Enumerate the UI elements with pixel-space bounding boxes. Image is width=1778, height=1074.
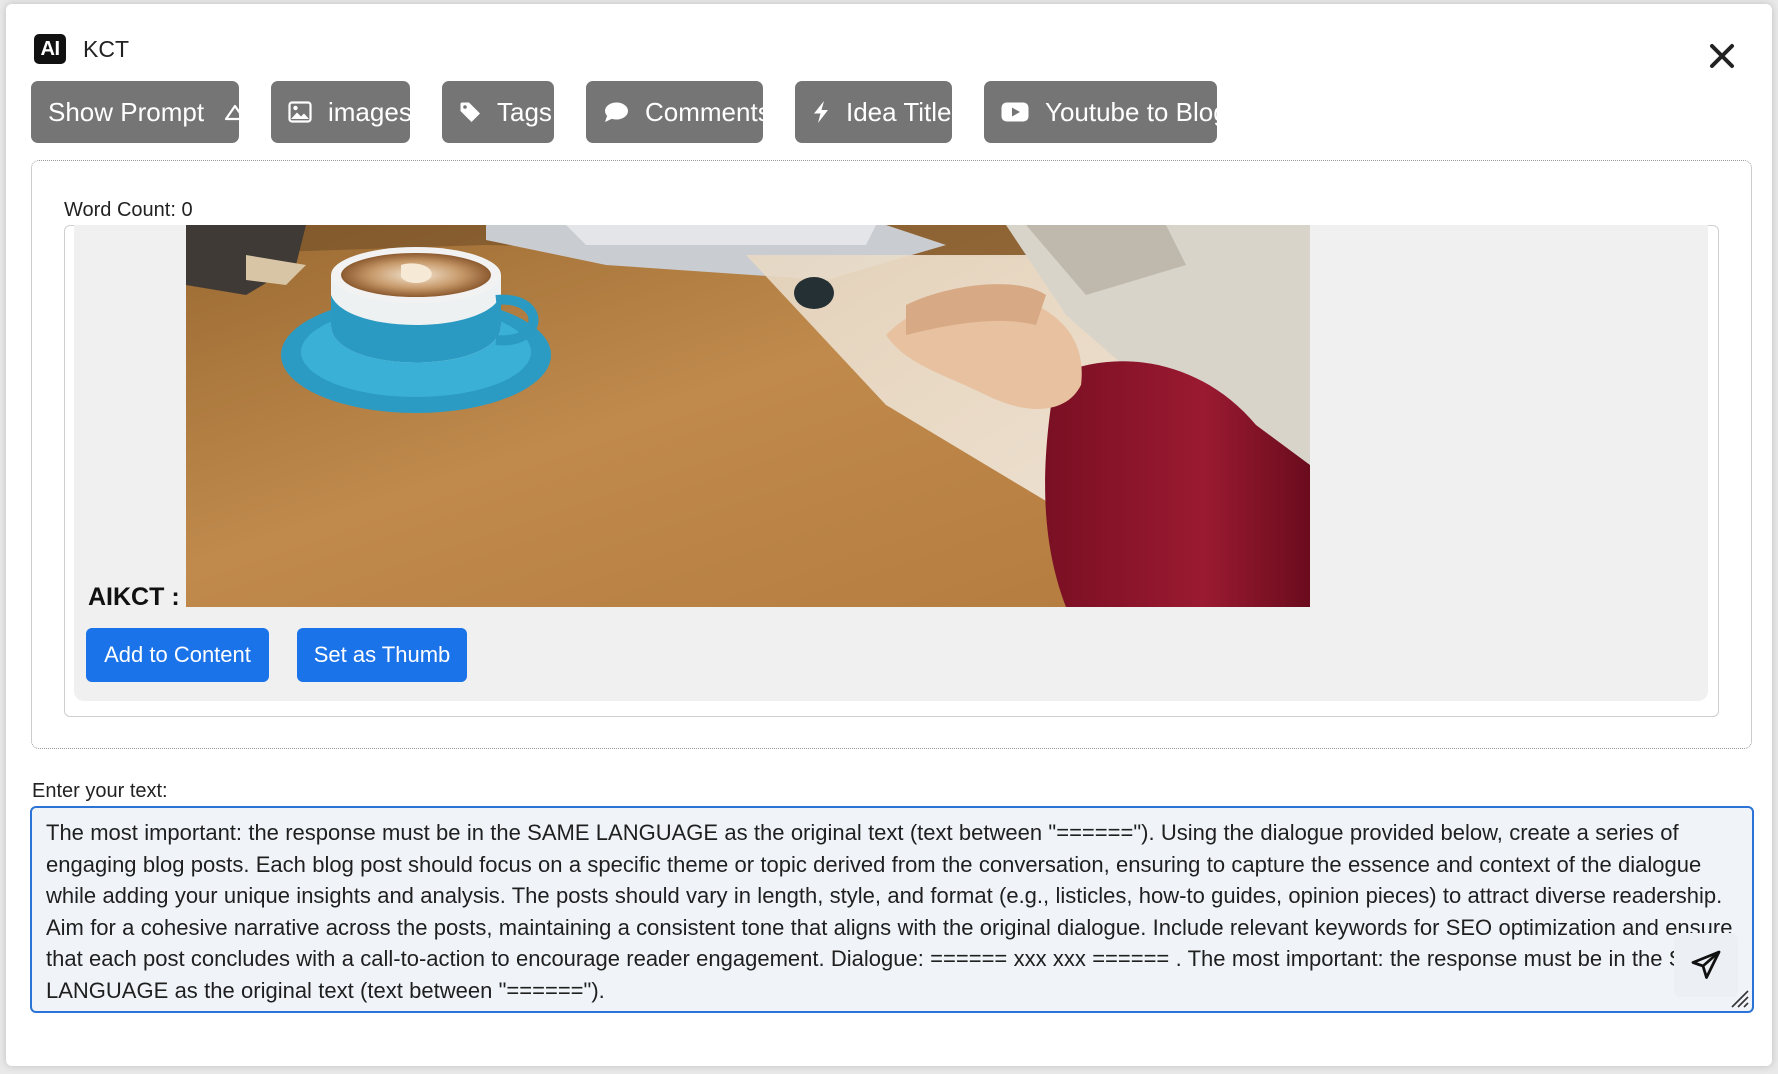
add-to-content-button[interactable]: Add to Content bbox=[86, 628, 269, 682]
show-prompt-label: Show Prompt bbox=[48, 96, 205, 127]
input-label: Enter your text: bbox=[32, 780, 168, 802]
prompt-text: The most important: the response must be… bbox=[46, 820, 1733, 1003]
show-prompt-button[interactable]: Show Prompt bbox=[31, 81, 246, 143]
image-icon bbox=[288, 101, 312, 123]
tags-label: Tags bbox=[497, 96, 552, 127]
youtube-to-blog-label: Youtube to Blog bbox=[1045, 96, 1228, 127]
dialog: AI KCT Show Prompt images Tags Comments … bbox=[6, 4, 1772, 1066]
idea-title-label: Idea Title bbox=[846, 96, 952, 127]
youtube-icon bbox=[1001, 102, 1029, 122]
comment-icon bbox=[605, 102, 628, 122]
youtube-to-blog-button[interactable]: Youtube to Blog bbox=[984, 81, 1228, 143]
generated-image bbox=[186, 225, 1310, 607]
lightning-icon bbox=[814, 101, 828, 123]
app-title: KCT bbox=[83, 35, 129, 62]
send-icon bbox=[1691, 950, 1721, 979]
message-list: AIKCT : Add to Content Set as Thumb bbox=[64, 225, 1719, 717]
images-label: images bbox=[328, 96, 412, 127]
prompt-textarea[interactable]: The most important: the response must be… bbox=[30, 806, 1754, 1013]
toolbar: Show Prompt images Tags Comments Idea Ti… bbox=[31, 81, 1228, 143]
set-as-thumb-button[interactable]: Set as Thumb bbox=[297, 628, 467, 682]
dialog-header: AI KCT bbox=[34, 34, 129, 64]
comments-button[interactable]: Comments bbox=[586, 81, 771, 143]
sender-label: AIKCT : bbox=[88, 583, 180, 611]
tag-icon bbox=[460, 102, 480, 122]
ai-logo: AI bbox=[34, 34, 66, 64]
tags-button[interactable]: Tags bbox=[442, 81, 554, 143]
triangle-up-icon bbox=[224, 104, 246, 121]
idea-title-button[interactable]: Idea Title bbox=[795, 81, 952, 143]
resize-grip-icon[interactable] bbox=[1728, 987, 1750, 1009]
comments-label: Comments bbox=[645, 96, 771, 127]
output-panel: Word Count: 0 AIKCT : Add to Content Set… bbox=[31, 160, 1752, 749]
images-button[interactable]: images bbox=[271, 81, 412, 143]
ai-message: AIKCT : Add to Content Set as Thumb bbox=[74, 225, 1708, 701]
close-icon[interactable] bbox=[1702, 36, 1742, 76]
word-count: Word Count: 0 bbox=[64, 199, 193, 221]
